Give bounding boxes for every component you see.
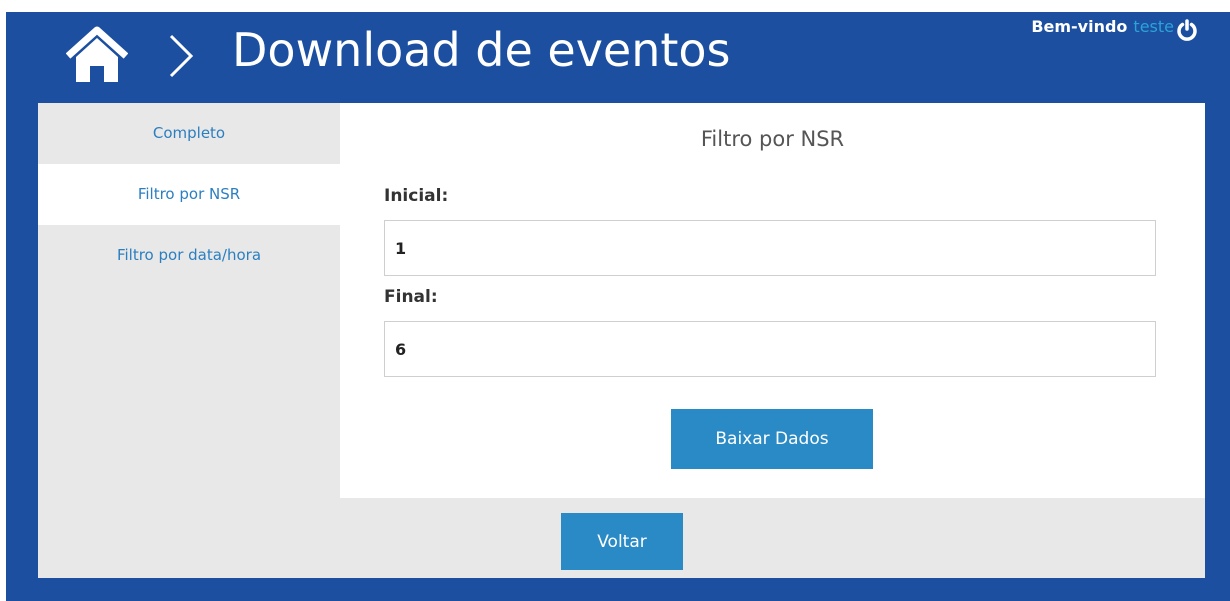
filter-form: Filtro por NSR Inicial: Final: Baixar Da…: [340, 103, 1205, 498]
sidebar-item-filtro-nsr[interactable]: Filtro por NSR: [38, 164, 340, 225]
page-title: Download de eventos: [232, 23, 731, 77]
header: Download de eventos Bem-vindo teste: [6, 12, 1230, 104]
username-link[interactable]: teste: [1133, 17, 1174, 36]
power-icon[interactable]: [1176, 19, 1198, 41]
home-icon[interactable]: [65, 26, 129, 84]
initial-nsr-input[interactable]: [384, 220, 1156, 276]
welcome-message: Bem-vindo teste: [1031, 17, 1174, 36]
download-data-button[interactable]: Baixar Dados: [671, 409, 873, 469]
final-nsr-input[interactable]: [384, 321, 1156, 377]
app-frame: Download de eventos Bem-vindo teste Compl…: [6, 12, 1230, 601]
back-button[interactable]: Voltar: [561, 513, 683, 570]
chevron-right-icon: [166, 32, 196, 80]
main-panel: Completo Filtro por NSR Filtro por data/…: [38, 103, 1205, 578]
sidebar: Completo Filtro por NSR Filtro por data/…: [38, 103, 340, 286]
initial-label: Inicial:: [384, 186, 449, 206]
form-title: Filtro por NSR: [700, 127, 845, 151]
final-label: Final:: [384, 287, 438, 307]
welcome-text: Bem-vindo: [1031, 17, 1128, 36]
sidebar-item-filtro-data-hora[interactable]: Filtro por data/hora: [38, 225, 340, 286]
sidebar-item-completo[interactable]: Completo: [38, 103, 340, 164]
